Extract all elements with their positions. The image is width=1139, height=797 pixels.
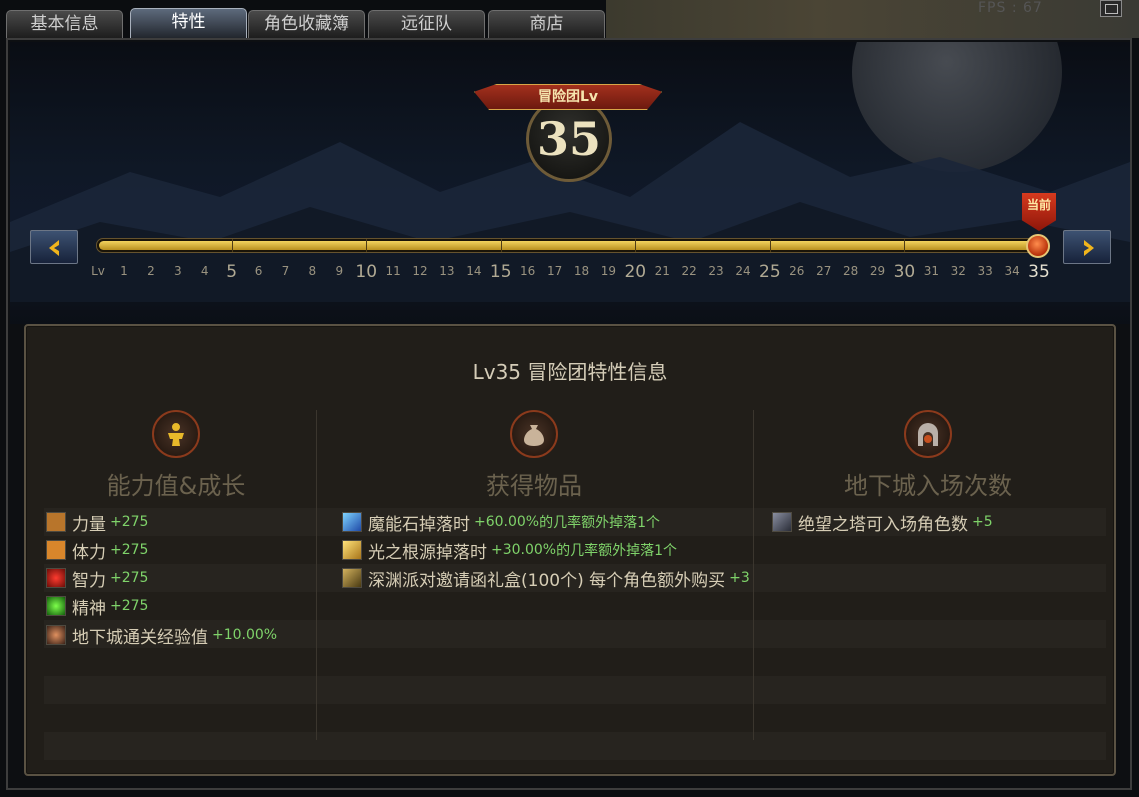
gold-statue-icon <box>152 410 200 458</box>
magic-stone-icon <box>342 512 362 532</box>
level-tick-label: 30 <box>893 262 916 282</box>
level-tick-label: 25 <box>759 262 781 282</box>
column-divider <box>316 410 317 740</box>
strength-icon <box>46 512 66 532</box>
level-tick-label: 23 <box>708 264 724 278</box>
prev-level-button[interactable] <box>30 230 78 264</box>
top-bar-background <box>606 0 1139 38</box>
intelligence-icon <box>46 568 66 588</box>
level-tick-label: 35 <box>1028 262 1050 282</box>
list-item: 魔能石掉落时 +60.00% 的几率额外掉落1个 <box>342 510 660 535</box>
arrow-right-icon <box>1084 240 1094 256</box>
level-tick-label: 16 <box>520 264 536 278</box>
panel-title: Lv35 冒险团特性信息 <box>472 360 668 384</box>
level-tick-label: 29 <box>869 264 886 278</box>
current-level-marker[interactable] <box>1026 234 1050 258</box>
despair-tower-icon <box>772 512 792 532</box>
pouch-icon <box>510 410 558 458</box>
level-tick-label: 12 <box>412 264 428 278</box>
level-tick-label: 33 <box>977 264 993 278</box>
level-tick-label: 31 <box>923 264 939 278</box>
tab-bar: 基本信息 特性 角色收藏簿 远征队 商店 <box>6 8 606 38</box>
level-major-tick <box>500 239 502 252</box>
gift-box-icon <box>342 568 362 588</box>
next-level-button[interactable] <box>1063 230 1111 264</box>
level-tick-label: 17 <box>546 264 563 278</box>
light-root-icon <box>342 540 362 560</box>
level-progress-fill <box>99 241 1040 250</box>
tab-shop[interactable]: 商店 <box>488 10 605 38</box>
window-restore-button[interactable] <box>1100 0 1122 17</box>
level-major-tick <box>769 239 771 252</box>
list-item: 深渊派对邀请函礼盒(100个) 每个角色额外购买 +3 <box>342 566 750 591</box>
level-tick-label: 26 <box>789 264 805 278</box>
level-tick-label: 20 <box>624 262 647 282</box>
level-tick-label: 13 <box>439 264 455 278</box>
list-item: 地下城通关经验值 +10.00% <box>46 623 277 648</box>
level-tick-label: 6 <box>254 264 263 278</box>
column-title-stats: 能力值&成长 <box>106 472 246 500</box>
level-tick-label: 15 <box>489 262 512 282</box>
level-track[interactable] <box>96 238 1040 253</box>
level-major-tick <box>231 239 233 252</box>
level-tick-label: 27 <box>816 264 832 278</box>
tab-character-collection[interactable]: 角色收藏簿 <box>248 10 365 38</box>
list-item: 体力 +275 <box>46 538 148 563</box>
arrow-left-icon <box>49 240 59 256</box>
level-major-tick <box>635 239 637 252</box>
level-tick-label: 14 <box>466 264 482 278</box>
level-tick-label: 5 <box>226 262 238 282</box>
row-stripe <box>44 732 1106 760</box>
level-ribbon: 冒险团Lv <box>474 84 662 110</box>
tab-expedition[interactable]: 远征队 <box>368 10 485 38</box>
level-tick-label: 22 <box>681 264 697 278</box>
level-tick-label: 28 <box>842 264 859 278</box>
level-major-tick <box>366 239 368 252</box>
level-tick-label: 1 <box>120 264 128 278</box>
dungeon-gate-icon <box>904 410 952 458</box>
level-tick-label: 32 <box>950 264 966 278</box>
list-item: 精神 +275 <box>46 594 148 619</box>
fps-counter: FPS : 67 <box>978 0 1043 16</box>
vitality-icon <box>46 540 66 560</box>
column-title-dungeon: 地下城入场次数 <box>844 472 1012 500</box>
dungeon-exp-icon <box>46 625 66 645</box>
level-tick-label: 18 <box>573 264 590 278</box>
list-item: 光之根源掉落时 +30.00% 的几率额外掉落1个 <box>342 538 677 563</box>
adventure-level-badge: 35 冒险团Lv <box>468 84 668 184</box>
level-tick-label: 34 <box>1004 264 1020 278</box>
level-tick-label: 4 <box>200 264 209 278</box>
level-tick-label: 11 <box>385 264 401 278</box>
list-item: 力量 +275 <box>46 510 148 535</box>
level-tick-label: 8 <box>308 264 317 278</box>
trait-info-panel: Lv35 冒险团特性信息 能力值&成长 力量 +275 体力 +275 智力 +… <box>24 324 1116 776</box>
level-tick-label: 10 <box>355 262 378 282</box>
level-tick-label: 21 <box>654 264 670 278</box>
tab-basic-info[interactable]: 基本信息 <box>6 10 123 38</box>
column-divider <box>753 410 754 740</box>
row-stripe <box>44 676 1106 704</box>
level-tick-label: 19 <box>600 264 617 278</box>
column-title-items: 获得物品 <box>486 472 582 500</box>
level-tick-label: 7 <box>281 264 290 278</box>
list-item: 智力 +275 <box>46 566 148 591</box>
level-major-tick <box>904 239 906 252</box>
level-tick-label: 2 <box>147 264 155 278</box>
slider-prefix-label: Lv <box>91 264 105 278</box>
spirit-icon <box>46 596 66 616</box>
level-tick-label: 9 <box>335 264 344 278</box>
level-tick-label: 24 <box>735 264 751 278</box>
tab-traits[interactable]: 特性 <box>130 8 247 38</box>
level-tick-label: 3 <box>173 264 182 278</box>
list-item: 绝望之塔可入场角色数 +5 <box>772 510 993 535</box>
